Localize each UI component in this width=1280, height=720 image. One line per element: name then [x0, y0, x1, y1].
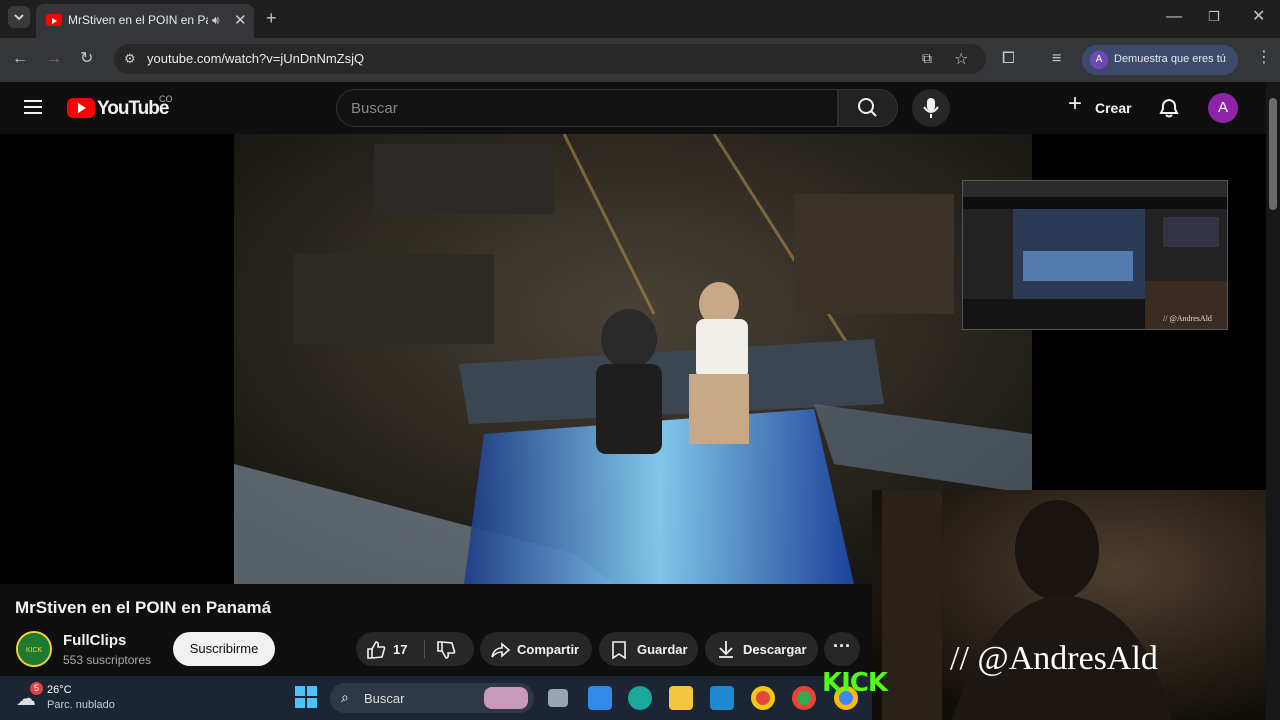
profile-label: Demuestra que eres tú — [1114, 53, 1226, 65]
share-label: Compartir — [517, 642, 580, 657]
chrome-icon[interactable] — [751, 686, 775, 710]
weather-badge: 5 — [30, 682, 43, 695]
channel-name[interactable]: FullClips — [63, 632, 126, 649]
download-icon — [719, 641, 733, 658]
channel-avatar[interactable]: KICK — [16, 631, 52, 667]
chrome-profile-icon[interactable] — [792, 686, 816, 710]
tab-title: MrStiven en el POIN en Panamá — [68, 13, 208, 27]
media-control-icon[interactable]: ≡ — [1052, 51, 1061, 67]
file-explorer-icon[interactable] — [669, 686, 693, 710]
notifications-bell-icon[interactable] — [1158, 97, 1180, 119]
windows-logo-icon — [295, 686, 317, 708]
site-info-icon[interactable]: ⚙︎ — [124, 51, 136, 67]
more-dots-icon: ··· — [833, 636, 851, 656]
bookmark-star-icon[interactable]: ☆ — [954, 49, 968, 69]
back-icon[interactable]: ← — [12, 51, 28, 67]
edge-icon[interactable] — [628, 686, 652, 710]
bookmark-icon — [612, 641, 626, 660]
address-bar[interactable]: ⚙︎ youtube.com/watch?v=jUnDnNmZsjQ ⧉ ☆ — [114, 44, 986, 74]
weather-widget[interactable]: ☁︎ 5 26°C Parc. nublado — [14, 680, 124, 716]
new-tab-button[interactable]: + — [266, 9, 277, 27]
voice-search-button[interactable] — [912, 89, 950, 127]
search-button[interactable] — [838, 89, 898, 127]
search-input[interactable]: Buscar — [336, 89, 838, 127]
more-actions-button[interactable]: ··· — [824, 632, 860, 666]
stream-preview-thumbnail: // @AndresAld — [962, 180, 1228, 330]
browser-toolbar: ← → ↻ ⚙︎ youtube.com/watch?v=jUnDnNmZsjQ… — [0, 38, 1280, 82]
svg-text:KICK: KICK — [26, 647, 43, 654]
webcam-overlay — [872, 490, 1280, 720]
store-icon[interactable] — [588, 686, 612, 710]
like-button[interactable]: 17 — [356, 632, 422, 666]
create-label: Crear — [1095, 100, 1132, 116]
maximize-button[interactable]: ❐ — [1208, 10, 1220, 23]
video-title: MrStiven en el POIN en Panamá — [15, 598, 272, 617]
search-icon — [858, 98, 877, 117]
weather-temp: 26°C — [47, 684, 72, 696]
share-button[interactable]: Compartir — [480, 632, 592, 666]
plus-icon: + — [1068, 90, 1083, 117]
search-highlight-icon — [484, 687, 528, 709]
scrollbar-thumb[interactable] — [1269, 98, 1277, 210]
taskbar-search-icon: ⌕ — [341, 689, 349, 705]
region-code: CO — [159, 94, 173, 104]
tab-close-icon[interactable]: ✕ — [234, 11, 247, 29]
subscribe-button[interactable]: Suscribirme — [173, 632, 275, 666]
youtube-play-icon — [67, 98, 95, 118]
browser-menu-icon[interactable]: ⋮ — [1256, 50, 1272, 66]
youtube-favicon-icon — [46, 14, 62, 26]
browser-tab-bar: MrStiven en el POIN en Panamá 🔊︎ ✕ + — ❐… — [0, 0, 1280, 38]
windows-taskbar: ☁︎ 5 26°C Parc. nublado ⌕ Buscar KICK — [0, 668, 888, 720]
kick-logo: KICK — [822, 668, 888, 698]
streamer-handle-text: // @AndresAld — [950, 640, 1158, 677]
weather-desc: Parc. nublado — [47, 699, 115, 711]
active-tab[interactable]: MrStiven en el POIN en Panamá 🔊︎ ✕ — [36, 4, 254, 38]
like-count: 17 — [393, 642, 408, 657]
page-scrollbar[interactable] — [1266, 82, 1280, 720]
close-window-button[interactable]: ✕ — [1252, 9, 1265, 25]
save-button[interactable]: Guardar — [599, 632, 698, 666]
search-placeholder: Buscar — [351, 100, 398, 117]
hamburger-menu-icon[interactable] — [24, 100, 42, 114]
reload-icon[interactable]: ↻ — [80, 51, 93, 67]
webcam-image — [872, 490, 1280, 720]
vscode-icon[interactable] — [710, 686, 734, 710]
save-label: Guardar — [637, 642, 688, 657]
tab-audio-icon[interactable]: 🔊︎ — [212, 13, 220, 28]
minimize-button[interactable]: — — [1166, 9, 1182, 25]
like-dislike-group: 17 — [356, 632, 474, 666]
tab-search-icon[interactable] — [8, 6, 30, 28]
extensions-icon[interactable]: ⧠ — [1002, 51, 1015, 67]
microphone-icon — [923, 98, 939, 118]
like-divider — [424, 640, 425, 658]
taskbar-search[interactable]: ⌕ Buscar — [330, 683, 534, 713]
download-label: Descargar — [743, 642, 807, 657]
url-text[interactable]: youtube.com/watch?v=jUnDnNmZsjQ — [147, 51, 364, 66]
download-button[interactable]: Descargar — [705, 632, 818, 666]
taskbar-search-label: Buscar — [364, 691, 405, 706]
youtube-masthead: YouTube CO Buscar + Crear A — [0, 82, 1266, 134]
forward-icon[interactable]: → — [46, 51, 62, 67]
account-avatar[interactable]: A — [1208, 93, 1238, 123]
profile-avatar: A — [1090, 51, 1108, 69]
thumbs-up-icon — [367, 641, 386, 659]
subscriber-count: 553 suscriptores — [63, 653, 152, 667]
install-app-icon[interactable]: ⧉ — [922, 50, 932, 67]
profile-button[interactable]: A Demuestra que eres tú — [1082, 45, 1238, 75]
svg-text:// @AndresAld: // @AndresAld — [1163, 314, 1212, 323]
thumbs-down-icon[interactable] — [436, 640, 456, 660]
youtube-logo-text: YouTube — [97, 98, 169, 119]
start-button[interactable] — [295, 686, 317, 708]
share-icon — [491, 642, 510, 658]
task-view-icon[interactable] — [548, 689, 568, 707]
